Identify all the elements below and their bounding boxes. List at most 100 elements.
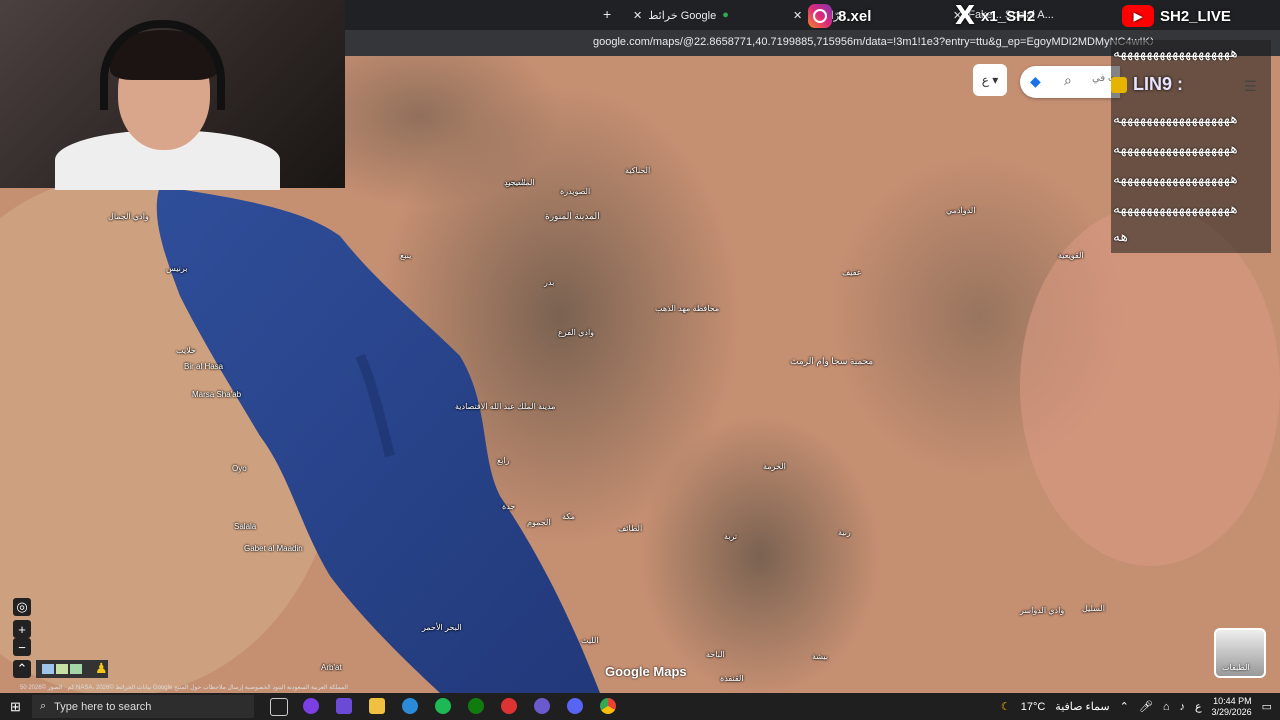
- clock-date: 3/29/2026: [1211, 706, 1252, 717]
- map-label[interactable]: رابغ: [497, 456, 510, 465]
- chat-line: ههههههههههههههههههه: [1113, 170, 1238, 186]
- map-label[interactable]: القنفذة: [720, 674, 744, 683]
- map-label[interactable]: تربة: [724, 532, 737, 541]
- map-label[interactable]: ينبع: [400, 251, 411, 260]
- url-text[interactable]: google.com/maps/@22.8658771,40.7199885,7…: [593, 36, 1153, 48]
- map-label[interactable]: الخرمة: [763, 462, 786, 471]
- zoom-out-button[interactable]: −: [13, 638, 31, 656]
- map-label[interactable]: الطائف: [618, 524, 642, 533]
- chat-line: ههههههههههههههههههه: [1113, 44, 1238, 60]
- map-label[interactable]: جدة: [502, 502, 515, 511]
- moon-weather-icon: ☾: [1000, 701, 1011, 713]
- mic-icon[interactable]: 🎤︎: [1139, 700, 1153, 713]
- map-label[interactable]: حلايب: [176, 346, 196, 355]
- file-explorer-icon[interactable]: [369, 698, 385, 714]
- map-label[interactable]: وادي الدواسر: [1020, 606, 1064, 615]
- new-tab-button[interactable]: +: [603, 6, 611, 22]
- map-label[interactable]: بدر: [544, 278, 554, 287]
- search-icon[interactable]: ⌕: [1064, 72, 1072, 89]
- instagram-text: 8.xel: [838, 7, 872, 25]
- map-label[interactable]: Oyo: [232, 464, 247, 473]
- discord-icon[interactable]: [567, 698, 583, 714]
- chevron-up-icon[interactable]: ⌃: [1120, 700, 1129, 713]
- map-label[interactable]: القويعية: [1058, 251, 1084, 260]
- directions-icon[interactable]: ◆: [1030, 73, 1041, 90]
- weather-temp[interactable]: 17°C: [1021, 701, 1046, 713]
- webcam-overlay: [0, 0, 345, 190]
- maps-pin-icon: ●: [722, 9, 729, 21]
- youtube-icon: ▶: [1122, 5, 1154, 27]
- map-label[interactable]: محمية سجا وام الرمث: [790, 356, 873, 367]
- chat-line: ههههههههههههههههههه: [1113, 140, 1238, 156]
- map-label[interactable]: Gabet al Maadin: [244, 544, 303, 553]
- minus-icon: −: [18, 639, 26, 655]
- xbox-icon[interactable]: [468, 698, 484, 714]
- map-label[interactable]: المدينة المنورة: [545, 211, 600, 222]
- weather-text[interactable]: سماء صافية: [1055, 700, 1109, 713]
- zoom-in-button[interactable]: +: [13, 620, 31, 638]
- youtube-text: SH2_LIVE: [1160, 7, 1231, 25]
- taskbar-search[interactable]: ⌕ Type here to search: [32, 695, 254, 718]
- clock[interactable]: 10:44 PM 3/29/2026: [1212, 696, 1252, 718]
- input-language[interactable]: ع: [1195, 700, 1202, 713]
- map-label[interactable]: وادي الفرع: [558, 328, 594, 337]
- x-handle: X x1_SH2: [955, 1, 1036, 31]
- menu-icon[interactable]: ☰: [1244, 78, 1257, 95]
- map-label[interactable]: رنية: [838, 528, 851, 537]
- lang-label: ع: [981, 73, 989, 87]
- map-label[interactable]: بيشة: [812, 652, 828, 661]
- clock-time: 10:44 PM: [1213, 695, 1252, 706]
- close-icon[interactable]: ✕: [793, 9, 802, 22]
- layers-label: الطبقات: [1222, 663, 1250, 672]
- crown-badge-icon: [1111, 76, 1127, 93]
- windows-start-icon[interactable]: ⊞: [10, 699, 21, 715]
- expand-controls-button[interactable]: ⌃: [13, 660, 31, 678]
- layers-button[interactable]: الطبقات: [1214, 628, 1266, 678]
- media-player-icon[interactable]: [336, 698, 352, 714]
- x-text: x1_SH2: [981, 7, 1036, 25]
- chat-username: LIN9 :: [1111, 74, 1183, 95]
- recording-app-icon[interactable]: [501, 698, 517, 714]
- tab-google-maps[interactable]: ✕ خرائط Google ●: [625, 4, 791, 26]
- youtube-handle: ▶ SH2_LIVE: [1122, 2, 1231, 30]
- search-box[interactable]: ◆ ⌕: [1020, 66, 1122, 98]
- map-label[interactable]: مكة: [562, 512, 575, 521]
- chevron-up-icon: ⌃: [16, 661, 28, 676]
- spotify-icon[interactable]: [435, 698, 451, 714]
- map-label[interactable]: الدوادمي: [946, 206, 975, 215]
- map-label[interactable]: البحر الأحمر: [422, 623, 462, 632]
- volume-icon[interactable]: ♪: [1179, 701, 1185, 713]
- map-label[interactable]: الجموم: [527, 518, 551, 527]
- map-label[interactable]: المسيجيد: [504, 178, 535, 187]
- headphones: [100, 20, 225, 110]
- chrome-icon[interactable]: [600, 698, 616, 714]
- map-attribution: 50 كم الصور ©2026 NASA، بيانات الخرائط ©…: [20, 684, 348, 691]
- map-label[interactable]: السليل: [1082, 604, 1105, 613]
- language-dropdown[interactable]: ع ▾: [973, 64, 1007, 96]
- map-label[interactable]: الباحة: [706, 650, 725, 659]
- map-label[interactable]: الحناكية: [625, 166, 650, 175]
- network-icon[interactable]: ⌂: [1163, 701, 1170, 713]
- map-label[interactable]: الليث: [581, 636, 599, 645]
- pegman-icon[interactable]: ♟: [95, 660, 108, 677]
- map-label[interactable]: مدينة الملك عبد الله الاقتصادية: [455, 402, 555, 411]
- map-label[interactable]: Marsa Sha'ab: [192, 390, 241, 399]
- map-label[interactable]: Arb'at: [321, 663, 342, 672]
- edge-icon[interactable]: [402, 698, 418, 714]
- map-label[interactable]: عفيف: [842, 268, 862, 277]
- app-icon[interactable]: [534, 698, 550, 714]
- map-label[interactable]: محافظة مهد الذهب: [655, 304, 719, 313]
- attribution-text: الصور ©2026 NASA، بيانات الخرائط ©2026 G…: [28, 685, 349, 691]
- task-view-icon[interactable]: [270, 698, 288, 716]
- tab-label: خرائط Google: [648, 9, 717, 22]
- my-location-button[interactable]: ◎: [13, 598, 31, 616]
- close-icon[interactable]: ✕: [633, 9, 642, 22]
- map-label[interactable]: برنيس: [166, 264, 187, 273]
- notifications-icon[interactable]: ▭: [1262, 700, 1272, 713]
- map-label[interactable]: Salala: [234, 522, 256, 531]
- map-label[interactable]: Bir al Hasa: [184, 362, 223, 371]
- system-tray: ☾ 17°C سماء صافية ⌃ 🎤︎ ⌂ ♪ ع 10:44 PM 3/…: [1001, 693, 1272, 720]
- map-label[interactable]: وادي الجمال: [108, 212, 149, 221]
- map-label[interactable]: الصويدرة: [560, 187, 590, 196]
- copilot-icon[interactable]: [303, 698, 319, 714]
